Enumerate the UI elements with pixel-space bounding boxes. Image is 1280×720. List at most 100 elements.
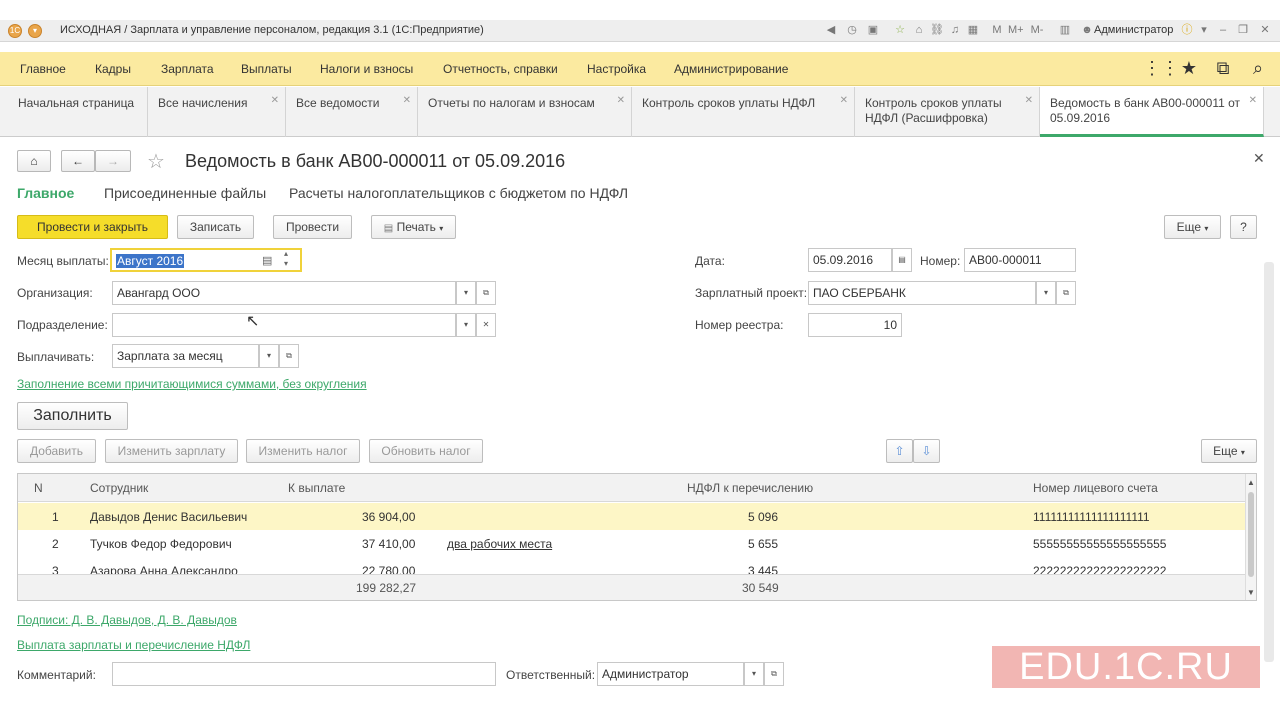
restore-icon[interactable]: ❐ (1236, 23, 1250, 37)
apps-icon[interactable]: ⋮⋮ (1143, 58, 1179, 79)
post-button[interactable]: Провести (273, 215, 352, 239)
search-icon[interactable]: ⌕ (1247, 58, 1269, 79)
pay-type-open[interactable]: ⧉ (279, 344, 299, 368)
menu-item-admin[interactable]: Администрирование (674, 62, 788, 76)
menu-item-salary[interactable]: Зарплата (161, 62, 214, 76)
tab-tax-reports[interactable]: Отчеты по налогам и взносам ✕ (418, 87, 632, 137)
column-tax[interactable]: НДФЛ к перечислению (687, 481, 813, 495)
salary-project-open[interactable]: ⧉ (1056, 281, 1076, 305)
user-name[interactable]: Администратор (1094, 24, 1173, 36)
salary-project-field[interactable]: ПАО СБЕРБАНК (808, 281, 1036, 305)
favorite-star-icon[interactable]: ☆ (147, 149, 165, 174)
section-main[interactable]: Главное (17, 185, 74, 201)
move-down-button[interactable]: ⇩ (913, 439, 940, 463)
fill-button[interactable]: Заполнить (17, 402, 128, 430)
signatures-link[interactable]: Подписи: Д. В. Давыдов, Д. В. Давыдов (17, 613, 237, 627)
app-icon[interactable]: 1С (8, 24, 22, 38)
column-amount[interactable]: К выплате (288, 481, 345, 495)
spin-icon[interactable]: ▴ ▾ (284, 250, 288, 269)
salary-project-dropdown[interactable]: ▾ (1036, 281, 1056, 305)
column-n[interactable]: N (34, 481, 43, 495)
scroll-thumb[interactable] (1248, 492, 1254, 577)
table-row[interactable]: 1 Давыдов Денис Васильевич 36 904,00 5 0… (18, 503, 1246, 530)
save-icon[interactable]: ▣ (866, 23, 880, 37)
history-panel-icon[interactable]: ⧉ (1212, 58, 1234, 79)
close-form-icon[interactable]: ✕ (1253, 150, 1265, 167)
help-button[interactable]: ? (1230, 215, 1257, 239)
star-icon[interactable]: ★ (1178, 58, 1200, 79)
table-row[interactable]: 2 Тучков Федор Федорович 37 410,00 два р… (18, 530, 1246, 557)
close-tab-icon[interactable]: ✕ (403, 93, 411, 108)
responsible-open[interactable]: ⧉ (764, 662, 784, 686)
scroll-up-icon[interactable]: ▲ (1247, 478, 1255, 487)
section-ndfl[interactable]: Расчеты налогоплательщиков с бюджетом по… (289, 185, 628, 201)
tab-bank-statement[interactable]: Ведомость в банк АВ00-000011 от 05.09.20… (1040, 87, 1264, 137)
date-field[interactable]: 05.09.2016 (808, 248, 892, 272)
pay-type-field[interactable]: Зарплата за месяц (112, 344, 259, 368)
table-scrollbar[interactable]: ▲ ▼ (1245, 474, 1256, 600)
minimize-icon[interactable]: – (1216, 23, 1230, 37)
close-tab-icon[interactable]: ✕ (617, 93, 625, 108)
number-field[interactable]: АВ00-000011 (964, 248, 1076, 272)
update-tax-button[interactable]: Обновить налог (369, 439, 483, 463)
tab-home[interactable]: Начальная страница (8, 87, 148, 137)
close-tab-icon[interactable]: ✕ (271, 93, 279, 108)
home-icon[interactable]: ⌂ (912, 23, 926, 37)
organization-open[interactable]: ⧉ (476, 281, 496, 305)
tab-ndfl-control-detail[interactable]: Контроль сроков уплаты НДФЛ (Расшифровка… (855, 87, 1040, 137)
department-clear[interactable]: ✕ (476, 313, 496, 337)
close-window-icon[interactable]: ✕ (1258, 23, 1272, 37)
calendar-icon[interactable]: ▤ (262, 250, 272, 270)
menu-item-personnel[interactable]: Кадры (95, 62, 131, 76)
tab-all-statements[interactable]: Все ведомости ✕ (286, 87, 418, 137)
more-button[interactable]: Еще ▾ (1164, 215, 1221, 239)
responsible-field[interactable]: Администратор (597, 662, 744, 686)
fill-mode-link[interactable]: Заполнение всеми причитающимися суммами,… (17, 377, 367, 391)
info-icon[interactable]: ⓘ (1180, 23, 1194, 37)
menu-icon[interactable]: ▾ (28, 24, 42, 38)
scroll-down-icon[interactable]: ▼ (1247, 588, 1255, 597)
menu-item-settings[interactable]: Настройка (587, 62, 646, 76)
save-button[interactable]: Записать (177, 215, 254, 239)
m-plus-icon[interactable]: M+ (1008, 23, 1024, 37)
panel-icon[interactable]: ▥ (1058, 23, 1072, 37)
comment-field[interactable] (112, 662, 496, 686)
link-icon[interactable]: ⛓ (930, 23, 944, 37)
tab-ndfl-control[interactable]: Контроль сроков уплаты НДФЛ ✕ (632, 87, 855, 137)
back-button[interactable]: ← (61, 150, 95, 172)
change-tax-button[interactable]: Изменить налог (246, 439, 360, 463)
close-tab-icon[interactable]: ✕ (840, 93, 848, 108)
menu-item-taxes[interactable]: Налоги и взносы (320, 62, 413, 76)
month-field[interactable]: Август 2016 ▤ ▴ ▾ (110, 248, 302, 272)
date-picker[interactable]: ▤ (892, 248, 912, 272)
menu-item-reports[interactable]: Отчетность, справки (443, 62, 558, 76)
tab-all-accruals[interactable]: Все начисления ✕ (148, 87, 286, 137)
table-more-button[interactable]: Еще ▾ (1201, 439, 1257, 463)
pay-type-dropdown[interactable]: ▾ (259, 344, 279, 368)
cell-note-link[interactable]: два рабочих места (447, 537, 552, 551)
menu-item-main[interactable]: Главное (20, 62, 66, 76)
back-icon[interactable]: ◀ (824, 23, 838, 37)
organization-dropdown[interactable]: ▾ (456, 281, 476, 305)
responsible-dropdown[interactable]: ▾ (744, 662, 764, 686)
forward-button[interactable]: → (95, 150, 131, 172)
post-and-close-button[interactable]: Провести и закрыть (17, 215, 168, 239)
department-dropdown[interactable]: ▾ (456, 313, 476, 337)
bell-icon[interactable]: ♫ (948, 23, 962, 37)
column-employee[interactable]: Сотрудник (90, 481, 148, 495)
print-button[interactable]: ▤ Печать ▾ (371, 215, 456, 239)
home-button[interactable]: ⌂ (17, 150, 51, 172)
move-up-button[interactable]: ⇧ (886, 439, 913, 463)
department-field[interactable] (112, 313, 456, 337)
close-tab-icon[interactable]: ✕ (1249, 93, 1257, 108)
history-icon[interactable]: ◷ (845, 23, 859, 37)
change-salary-button[interactable]: Изменить зарплату (105, 439, 238, 463)
calendar-icon[interactable]: ▦ (966, 23, 980, 37)
payout-link[interactable]: Выплата зарплаты и перечисление НДФЛ (17, 638, 250, 652)
section-files[interactable]: Присоединенные файлы (104, 185, 266, 201)
close-tab-icon[interactable]: ✕ (1025, 93, 1033, 108)
favorite-icon[interactable]: ☆ (893, 23, 907, 37)
menu-item-payments[interactable]: Выплаты (241, 62, 292, 76)
organization-field[interactable]: Авангард ООО (112, 281, 456, 305)
form-scrollbar[interactable] (1264, 262, 1274, 662)
